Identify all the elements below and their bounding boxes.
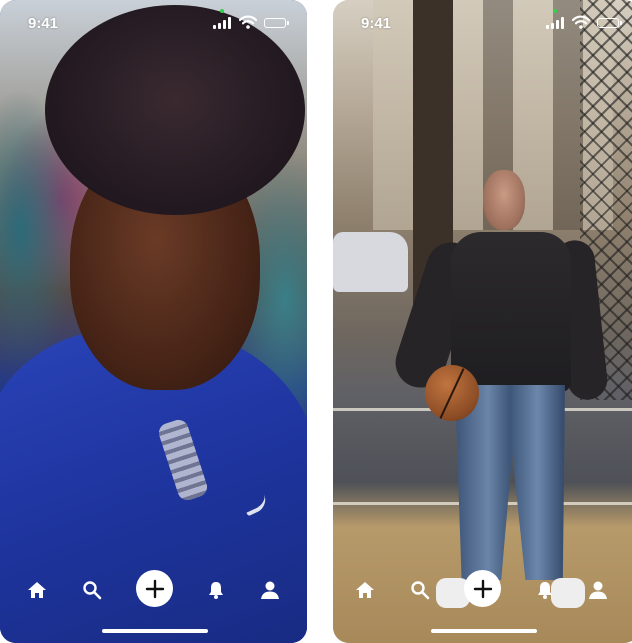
tab-search[interactable]: [77, 575, 107, 605]
photo-sweater: [451, 232, 571, 392]
tab-bar: [0, 570, 307, 610]
tab-profile[interactable]: [255, 575, 285, 605]
wifi-icon: [572, 15, 590, 29]
camera-indicator: [220, 9, 224, 13]
home-icon: [28, 582, 46, 598]
tab-bar: [333, 570, 632, 610]
cellular-signal-icon: [546, 17, 564, 29]
status-time: 9:41: [361, 15, 392, 32]
cellular-signal-icon: [213, 17, 231, 29]
battery-icon: [264, 18, 289, 28]
status-bar: 9:41: [333, 0, 632, 40]
phone-screen-left: 9:41: [0, 0, 307, 643]
wifi-icon: [239, 15, 257, 29]
tab-notifications[interactable]: [201, 575, 231, 605]
profile-icon: [261, 581, 279, 599]
search-icon: [411, 581, 430, 600]
tab-home[interactable]: [350, 575, 380, 605]
add-icon: [145, 579, 164, 598]
home-icon: [356, 582, 374, 598]
tab-notifications[interactable]: [530, 575, 560, 605]
home-indicator[interactable]: [431, 629, 537, 633]
phone-screen-right: 9:41: [333, 0, 632, 643]
bell-icon: [538, 582, 552, 599]
photo-car: [333, 232, 408, 292]
add-button[interactable]: [464, 570, 501, 607]
add-icon: [473, 579, 492, 598]
tab-profile[interactable]: [583, 575, 613, 605]
tab-search[interactable]: [405, 575, 435, 605]
tab-home[interactable]: [22, 575, 52, 605]
home-indicator[interactable]: [102, 629, 208, 633]
search-icon: [83, 581, 102, 600]
battery-icon: [597, 18, 622, 28]
camera-indicator: [553, 9, 557, 13]
bell-icon: [209, 582, 223, 599]
photo-face: [483, 170, 525, 230]
status-time: 9:41: [28, 15, 59, 32]
profile-icon: [589, 581, 607, 599]
status-bar: 9:41: [0, 0, 307, 40]
add-button[interactable]: [136, 570, 173, 607]
